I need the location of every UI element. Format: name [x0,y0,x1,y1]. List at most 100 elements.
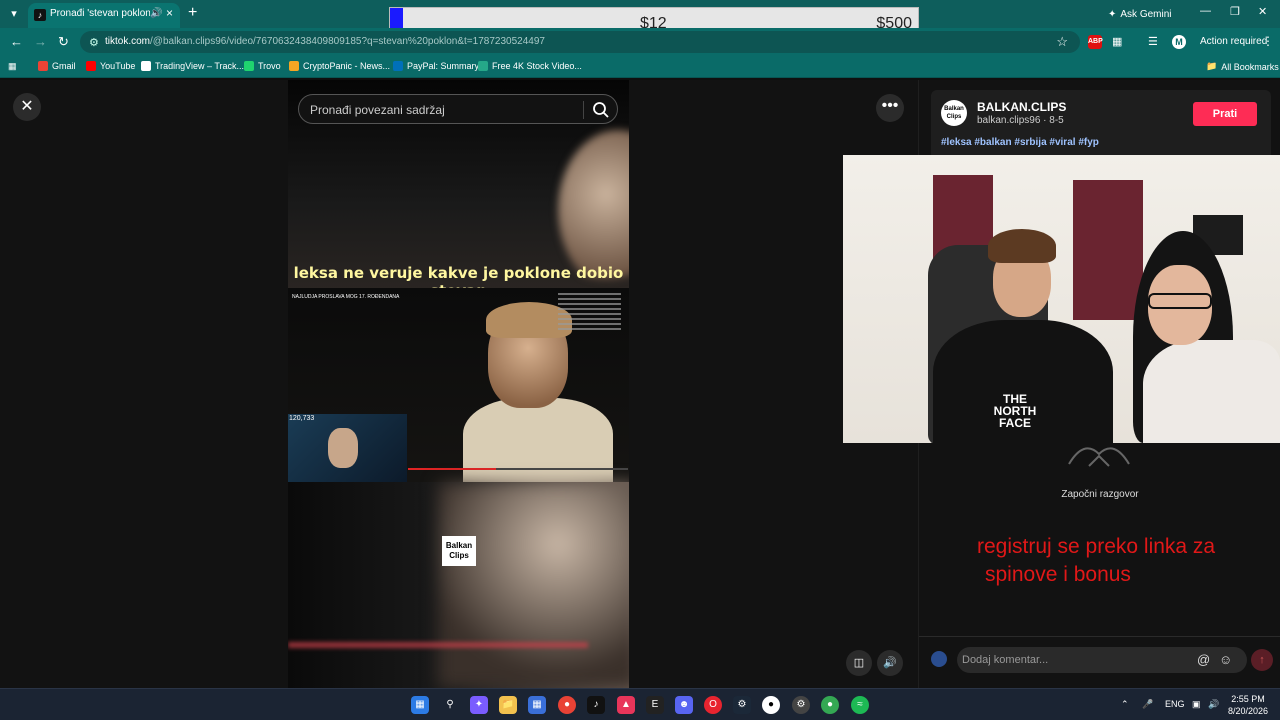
inset-viewer-count: 120,733 [289,415,315,422]
speaker-icon[interactable]: 🔊 [150,8,162,19]
search-placeholder: Pronađi povezani sadržaj [310,103,445,117]
clock[interactable]: 2:55 PM 8/20/2026 [1228,693,1268,717]
trovo-icon [244,61,254,71]
network-icon[interactable]: ▣ [1192,699,1201,710]
gmail-icon [38,61,48,71]
restore-button[interactable]: ❐ [1230,5,1240,18]
profile-avatar[interactable]: M [1172,35,1186,49]
emoji-icon[interactable]: ☺ [1219,652,1232,667]
paypal-icon [393,61,403,71]
volume-icon[interactable]: 🔊 [877,650,903,676]
spotify-icon[interactable]: ≈ [851,696,869,714]
tab-search-dropdown[interactable]: ▾ [6,6,22,22]
free4k-icon [478,61,488,71]
store-icon[interactable]: ▦ [528,696,546,714]
bookmark-gmail[interactable]: Gmail [38,61,76,71]
windows-start-icon[interactable]: ▦ [411,696,429,714]
browser-toolbar: ← → ↻ ⚙ tiktok.com/@balkan.clips96/video… [0,28,1280,56]
adblock-extension-icon[interactable]: ABP [1088,35,1103,49]
video-frame-middle: NAJLUDJA PROSLAVA MOG 17. ROĐENDANA 120,… [288,288,629,488]
media-controls-icon[interactable]: ☰ [1148,35,1158,48]
user-avatar [931,651,947,667]
reload-icon[interactable]: ↻ [58,34,69,50]
webcam-curtain-right [1073,180,1143,320]
volume-tray-icon[interactable]: 🔊 [1208,699,1219,710]
video-player[interactable]: leksa ne veruje kakve je poklone dobio s… [288,80,629,688]
balkan-clips-logo: Balkan Clips [442,536,476,566]
forward-icon[interactable]: → [34,34,47,49]
youtube-icon [86,61,96,71]
promo-line-1: registruj se preko linka za [977,535,1216,558]
ask-gemini-button[interactable]: ✦ Ask Gemini [1108,5,1172,23]
stream-chat [558,290,628,360]
chrome-active-icon[interactable]: ● [821,696,839,714]
stream-progress [408,468,628,470]
promo-line-2: spinove i bonus [985,563,1131,586]
clock-time: 2:55 PM [1231,694,1265,704]
tiktok-icon: ♪ [34,9,46,21]
webcam-girl-body [1143,340,1280,443]
microphone-icon[interactable]: 🎤 [1142,699,1153,710]
search-divider [583,101,584,119]
site-info-icon[interactable]: ⚙ [89,36,99,49]
creator-avatar[interactable]: Balkan Clips [941,100,967,126]
bookmark-star-icon[interactable]: ☆ [1056,34,1068,50]
minimize-button[interactable]: — [1200,5,1211,17]
streamer-shirt [463,398,613,488]
language-indicator[interactable]: ENG [1165,699,1185,709]
new-tab-button[interactable]: + [188,4,197,22]
bookmark-paypal[interactable]: PayPal: Summary [393,61,479,71]
tradingview-icon [141,61,151,71]
search-icon[interactable] [591,100,611,120]
back-icon[interactable]: ← [10,34,23,49]
opera-icon[interactable]: O [704,696,722,714]
tab-close-icon[interactable]: × [166,6,173,20]
comment-input[interactable]: Dodaj komentar... @ ☺ [957,647,1247,673]
empty-comments-text: Započni razgovor [1061,489,1139,500]
shirt-logo: THE NORTH FACE [993,392,1037,430]
related-search-input[interactable]: Pronađi povezani sadržaj [298,94,618,124]
tiktok-taskbar-icon[interactable]: ♪ [587,696,605,714]
bookmark-tradingview[interactable]: TradingView – Track... [141,61,244,71]
obs-icon[interactable]: ● [762,696,780,714]
epic-games-icon[interactable]: E [646,696,664,714]
webcam-guy-hair [988,229,1056,263]
copilot-icon[interactable]: ✦ [470,696,488,714]
steam-icon[interactable]: ⚙ [733,696,751,714]
follow-button[interactable]: Prati [1193,102,1257,126]
taskbar-search-icon[interactable]: ⚲ [441,696,459,714]
video-hashtags[interactable]: #leksa #balkan #srbija #viral #fyp [941,137,1099,148]
discord-icon[interactable]: ☻ [675,696,693,714]
ask-gemini-label: Ask Gemini [1120,8,1172,20]
creator-handle: balkan.clips96 · 8-5 [977,115,1064,126]
app-gear-icon[interactable]: ⚙ [792,696,810,714]
webcam-glasses [1148,293,1212,309]
browser-menu-icon[interactable]: ⋮ [1262,34,1274,48]
bookmark-cryptopanic[interactable]: CryptoPanic - News... [289,61,390,71]
extensions-icon[interactable]: ▦ [1112,35,1122,48]
comment-placeholder: Dodaj komentar... [962,654,1049,666]
video-frame-bottom [288,482,629,688]
pip-icon[interactable]: ◫ [846,650,872,676]
action-required-button[interactable]: Action required [1200,36,1267,47]
creator-name[interactable]: BALKAN.CLIPS [977,100,1066,114]
bookmark-trovo[interactable]: Trovo [244,61,281,71]
send-comment-button[interactable]: ↑ [1251,649,1273,671]
address-bar[interactable]: ⚙ tiktok.com/@balkan.clips96/video/76706… [80,31,1080,53]
app-red-icon[interactable]: ▲ [617,696,635,714]
tray-overflow-icon[interactable]: ⌃ [1121,699,1129,710]
close-video-button[interactable]: ✕ [13,93,41,121]
close-window-button[interactable]: ✕ [1258,5,1267,18]
comment-bar: Dodaj komentar... @ ☺ ↑ [919,636,1280,688]
more-options-button[interactable]: ••• [876,94,904,122]
file-explorer-icon[interactable]: 📁 [499,696,517,714]
bookmark-free4k[interactable]: Free 4K Stock Video... [478,61,582,71]
bookmark-youtube[interactable]: YouTube [86,61,135,71]
all-bookmarks[interactable]: 📁 All Bookmarks [1206,61,1279,72]
tab-active[interactable]: ♪ Pronađi 'stevan poklon' na 🔊 × [28,3,180,28]
folder-icon: 📁 [1206,61,1218,71]
bookmarks-bar: ▦ Gmail YouTube TradingView – Track... T… [0,56,1280,78]
chrome-icon[interactable]: ● [558,696,576,714]
mention-icon[interactable]: @ [1197,652,1210,667]
apps-grid-icon[interactable]: ▦ [8,61,17,72]
